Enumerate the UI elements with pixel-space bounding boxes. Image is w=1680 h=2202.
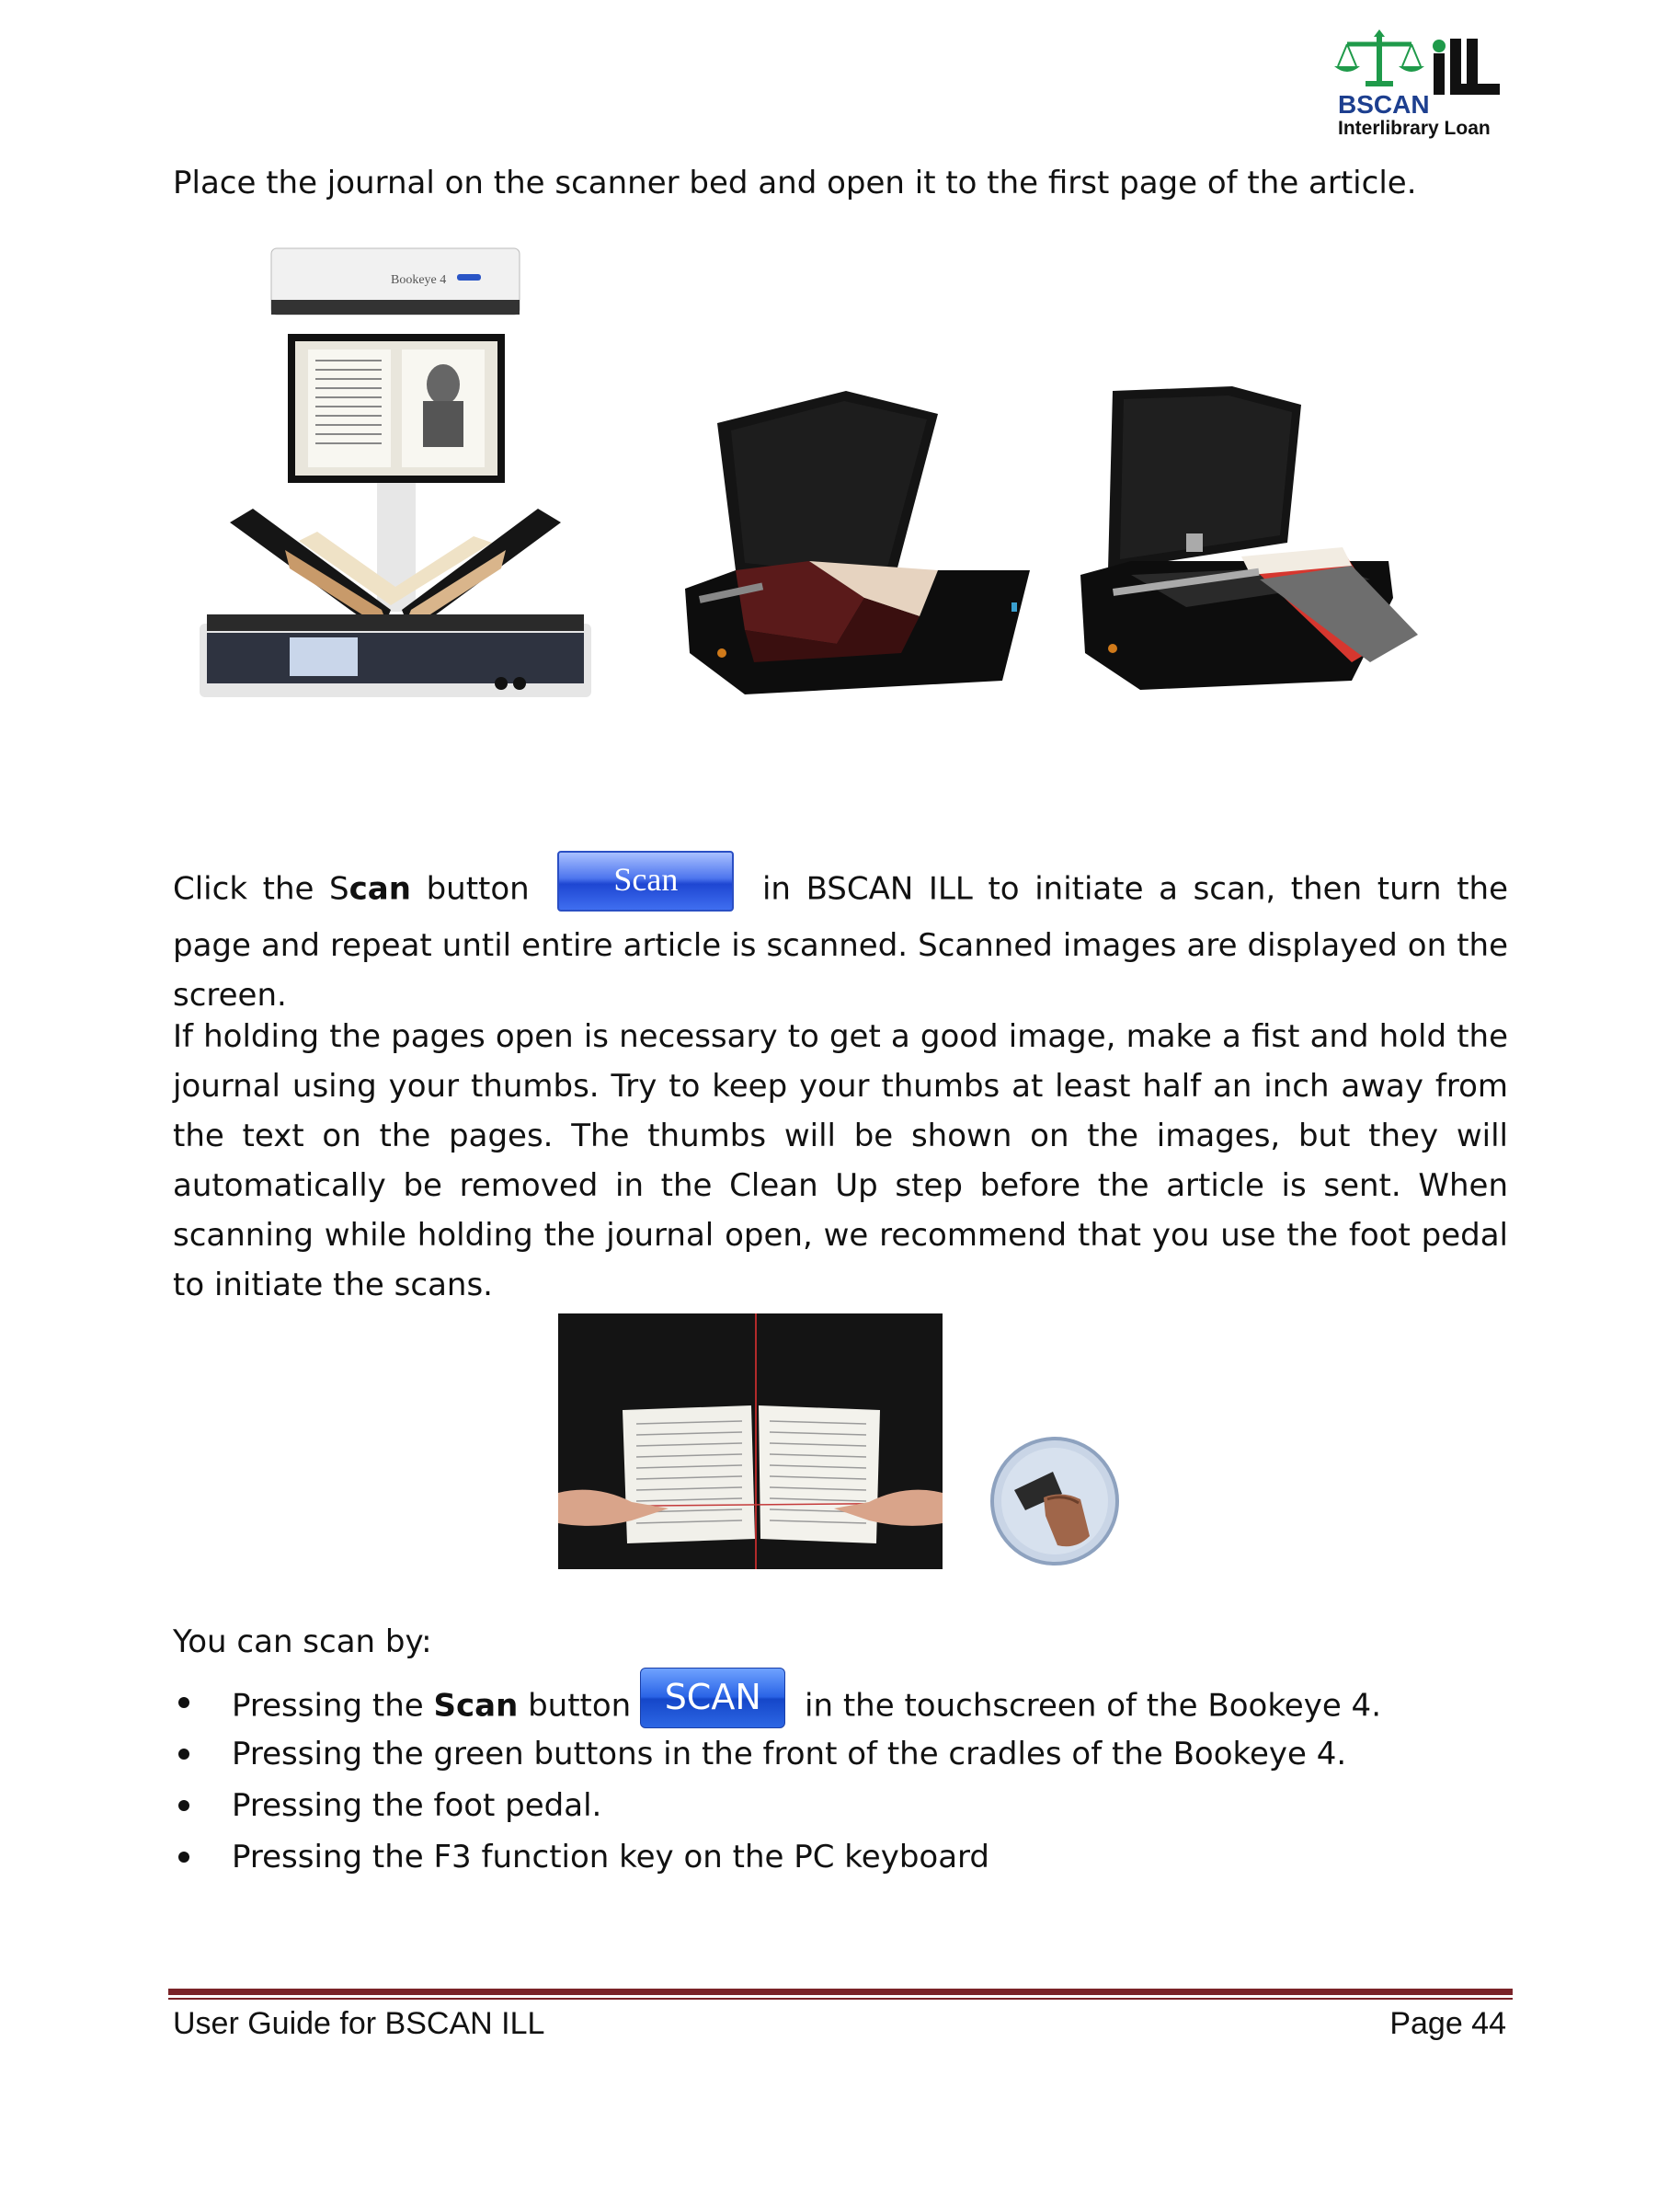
list-item: Pressing the F3 function key on the PC k… [173,1831,1381,1883]
intro-text: Place the journal on the scanner bed and… [173,165,1417,201]
page-number: Page 44 [1389,2006,1506,2041]
bullet-icon [178,1852,189,1863]
scan-by-heading: You can scan by: [173,1623,432,1660]
touchscreen-scan-button-illustration: SCAN [640,1668,786,1728]
list-item: Pressing the foot pedal. [173,1780,1381,1831]
logo-text: BSCAN [1338,90,1430,119]
bullet-icon [178,1800,189,1811]
bullet-bold-text: Scan [433,1687,519,1725]
flatbed-scanner-book-photo [1076,386,1425,699]
bullet-text: Pressing the foot pedal. [232,1787,602,1824]
bullet-icon [178,1697,189,1708]
bookeye-label: Bookeye 4 [391,273,446,287]
scan-para-bold: can [349,870,411,908]
bullet-text: button [518,1687,632,1725]
scan-para-text-2: button [410,870,545,908]
bscan-ill-logo: BSCAN Interlibrary Loan [1329,26,1508,141]
holding-pages-paragraph: If holding the pages open is necessary t… [173,1018,1508,1303]
scan-para-text-1: Click the S [173,870,349,908]
bullet-text: Pressing the green buttons in the front … [232,1736,1347,1772]
open-journal-thumbs-photo [557,1313,943,1569]
bookeye-scanner-photo: Bookeye 4 [198,247,593,697]
bullet-text: Pressing the F3 function key on the PC k… [232,1839,990,1875]
foot-pedal-icon [989,1435,1122,1568]
list-item: Pressing the Scan button SCAN in the touc… [173,1668,1381,1728]
footer-divider [168,1989,1513,1995]
bullet-text: in the touchscreen of the Bookeye 4. [794,1687,1381,1725]
flatbed-scanner-open-photo [680,386,1034,699]
scan-methods-list: Pressing the Scan button SCAN in the touc… [173,1668,1381,1883]
bullet-text: Pressing the [232,1687,434,1725]
bullet-icon [178,1749,189,1760]
footer-title: User Guide for BSCAN ILL [173,2006,545,2041]
scan-button-illustration: Scan [557,851,735,912]
list-item: Pressing the green buttons in the front … [173,1728,1381,1780]
logo-subtitle: Interlibrary Loan [1338,118,1491,139]
scan-button-paragraph: Click the Scan button Scan in BSCAN ILL … [173,851,1508,1020]
footer-divider-thin [168,1998,1513,2000]
